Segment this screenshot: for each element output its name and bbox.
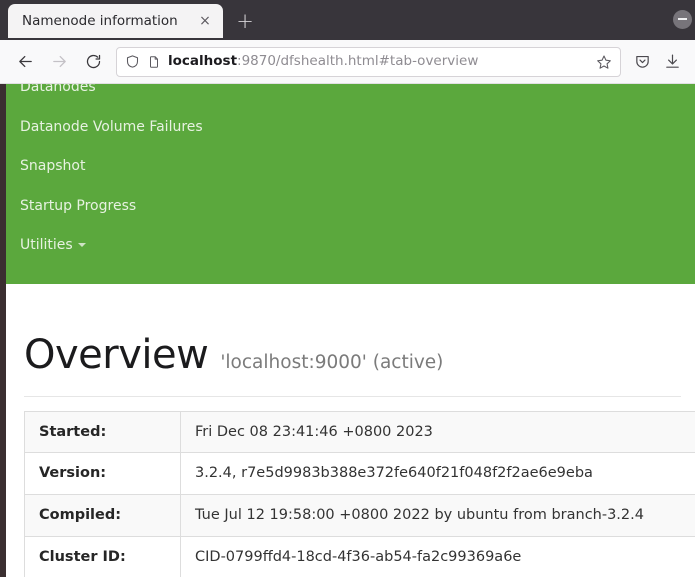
row-value: Fri Dec 08 23:41:46 +0800 2023 bbox=[180, 410, 695, 454]
tab-bar: Namenode information × + bbox=[0, 0, 695, 40]
page-body: Overview 'localhost:9000' (active) Start… bbox=[6, 284, 695, 577]
url-host: localhost bbox=[168, 54, 238, 69]
divider bbox=[24, 395, 681, 397]
shield-icon bbox=[125, 54, 140, 69]
row-key: Compiled: bbox=[24, 494, 181, 538]
sidebar-item-datanode-volume-failures[interactable]: Datanode Volume Failures bbox=[6, 108, 695, 148]
sidebar-item-label: Utilities bbox=[20, 237, 73, 253]
tab-namenode-information[interactable]: Namenode information × bbox=[8, 4, 223, 38]
sidebar-item-label: Snapshot bbox=[20, 158, 86, 174]
url-text: localhost:9870/dfshealth.html#tab-overvi… bbox=[168, 55, 589, 69]
row-value: Tue Jul 12 19:58:00 +0800 2022 by ubuntu… bbox=[180, 494, 695, 538]
address-bar[interactable]: localhost:9870/dfshealth.html#tab-overvi… bbox=[116, 46, 621, 77]
tab-title: Namenode information bbox=[22, 13, 178, 29]
minimize-button[interactable] bbox=[669, 6, 695, 32]
overview-info-table: Started: Fri Dec 08 23:41:46 +0800 2023 … bbox=[24, 410, 695, 577]
window-controls bbox=[669, 6, 695, 32]
table-row: Cluster ID: CID-0799ffd4-18cd-4f36-ab54-… bbox=[24, 536, 695, 577]
reload-icon[interactable] bbox=[76, 45, 110, 79]
sidebar-item-utilities[interactable]: Utilities bbox=[6, 226, 695, 266]
sidebar-item-datanodes[interactable]: Datanodes bbox=[6, 84, 695, 108]
chevron-down-icon bbox=[77, 242, 86, 247]
site-navigation: Datanodes Datanode Volume Failures Snaps… bbox=[6, 84, 695, 284]
url-path: :9870/dfshealth.html#tab-overview bbox=[237, 54, 479, 69]
row-key: Cluster ID: bbox=[24, 536, 181, 577]
back-icon[interactable] bbox=[8, 45, 42, 79]
overview-subheading: 'localhost:9000' (active) bbox=[220, 351, 444, 373]
forward-icon bbox=[42, 45, 76, 79]
row-key: Version: bbox=[24, 452, 181, 496]
star-icon[interactable] bbox=[596, 54, 612, 70]
table-row: Version: 3.2.4, r7e5d9983b388e372fe640f2… bbox=[24, 452, 695, 496]
table-row: Compiled: Tue Jul 12 19:58:00 +0800 2022… bbox=[24, 494, 695, 538]
page-viewport: Datanodes Datanode Volume Failures Snaps… bbox=[0, 84, 695, 577]
table-row: Started: Fri Dec 08 23:41:46 +0800 2023 bbox=[24, 410, 695, 454]
row-value: 3.2.4, r7e5d9983b388e372fe640f21f048f2f2… bbox=[180, 452, 695, 496]
page-title: Overview 'localhost:9000' (active) bbox=[20, 284, 681, 396]
new-tab-icon[interactable]: + bbox=[229, 5, 261, 37]
sidebar-item-label: Startup Progress bbox=[20, 197, 137, 214]
sidebar-item-label: Datanodes bbox=[20, 84, 96, 95]
minimize-icon bbox=[672, 9, 692, 29]
sidebar-item-snapshot[interactable]: Snapshot bbox=[6, 147, 695, 187]
close-icon[interactable]: × bbox=[195, 11, 215, 31]
row-key: Started: bbox=[24, 410, 181, 454]
sidebar-item-label: Datanode Volume Failures bbox=[20, 118, 203, 135]
overview-heading: Overview bbox=[24, 331, 209, 378]
browser-window: Namenode information × + localhost:9870/… bbox=[0, 0, 695, 577]
row-value: CID-0799ffd4-18cd-4f36-ab54-fa2c99369a6e bbox=[180, 536, 695, 577]
browser-toolbar: localhost:9870/dfshealth.html#tab-overvi… bbox=[0, 40, 695, 84]
sidebar-item-startup-progress[interactable]: Startup Progress bbox=[6, 187, 695, 227]
pocket-icon[interactable] bbox=[627, 47, 657, 77]
page-icon bbox=[147, 55, 161, 69]
download-icon[interactable] bbox=[657, 47, 687, 77]
